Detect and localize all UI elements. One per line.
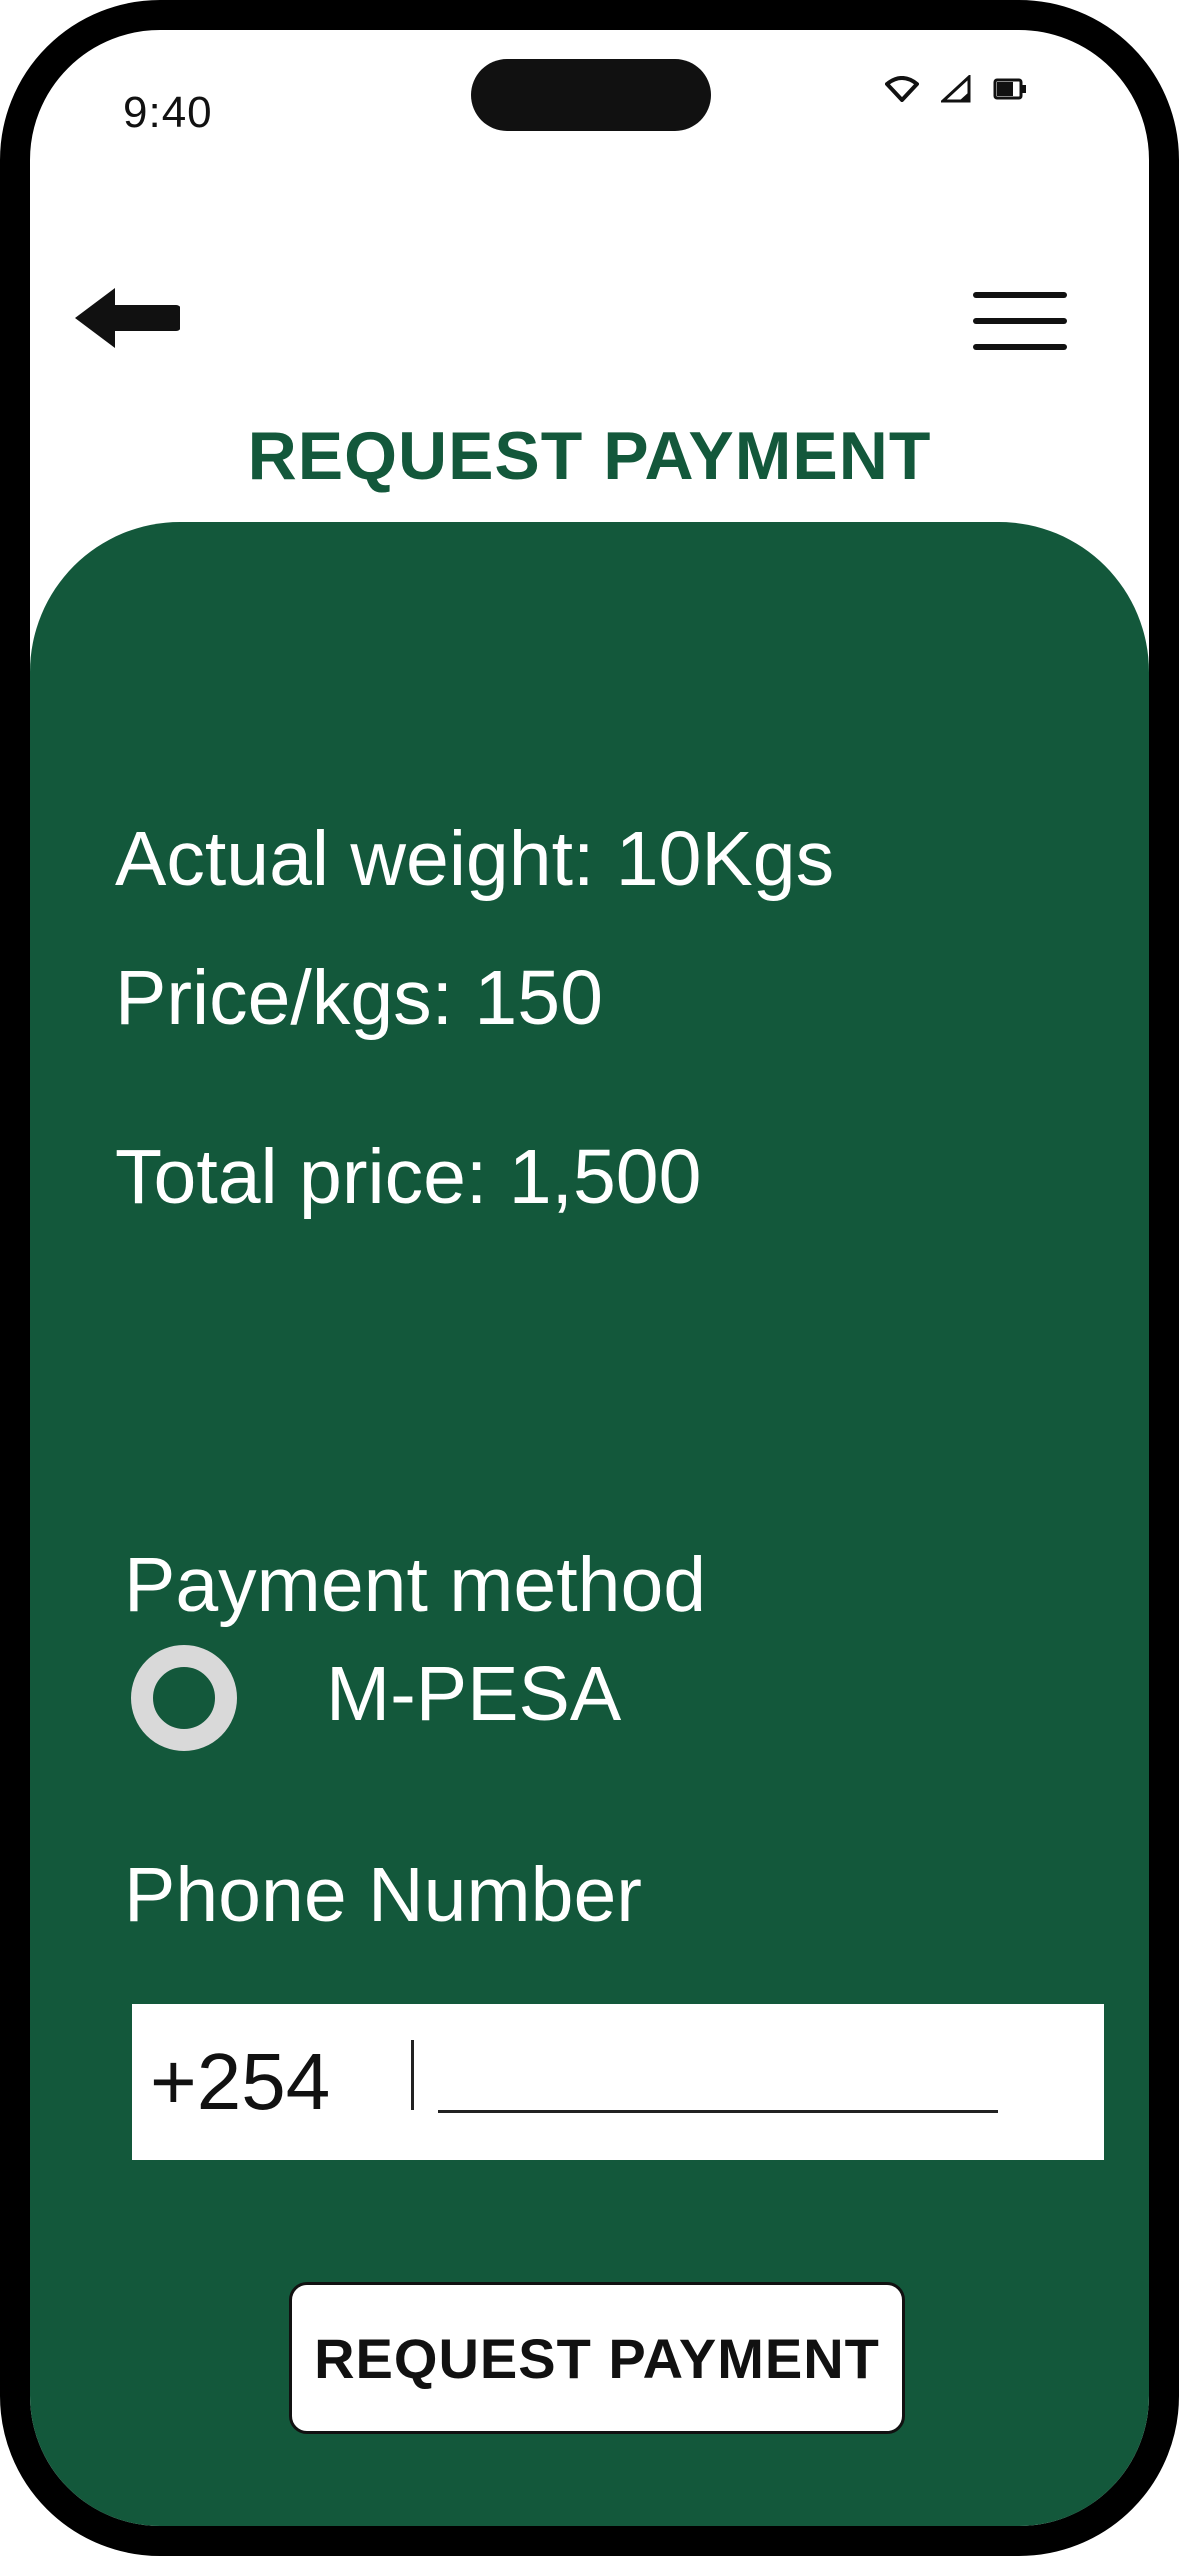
total-price-text: Total price: 1,500 (115, 1134, 702, 1220)
price-per-kg-text: Price/kgs: 150 (115, 955, 603, 1041)
phone-number-label: Phone Number (124, 1852, 642, 1938)
phone-number-field: +254 (132, 2004, 1104, 2160)
country-code-prefix: +254 (150, 2037, 331, 2126)
battery-icon (993, 78, 1027, 105)
phone-number-input[interactable] (438, 2030, 998, 2113)
payment-panel: Actual weight: 10Kgs Price/kgs: 150 Tota… (30, 522, 1149, 2526)
status-time: 9:40 (123, 88, 213, 137)
arrow-left-icon (70, 288, 182, 382)
menu-button[interactable] (970, 292, 1080, 382)
cellular-signal-icon (939, 73, 971, 108)
status-icons (885, 73, 1027, 108)
dynamic-island (471, 59, 711, 131)
actual-weight-text: Actual weight: 10Kgs (115, 816, 835, 902)
mpesa-radio-label[interactable]: M-PESA (326, 1650, 621, 1739)
mpesa-radio-button[interactable] (131, 1645, 237, 1751)
back-button[interactable] (70, 288, 182, 378)
wifi-icon (885, 76, 919, 107)
input-divider (411, 2040, 414, 2110)
hamburger-menu-icon (970, 292, 1080, 386)
request-payment-button[interactable]: REQUEST PAYMENT (289, 2282, 905, 2434)
phone-frame: 9:40 REQUEST PAYMENT Actual weight: 10Kg… (0, 0, 1179, 2556)
page-title: REQUEST PAYMENT (247, 418, 932, 494)
payment-method-label: Payment method (124, 1542, 707, 1628)
